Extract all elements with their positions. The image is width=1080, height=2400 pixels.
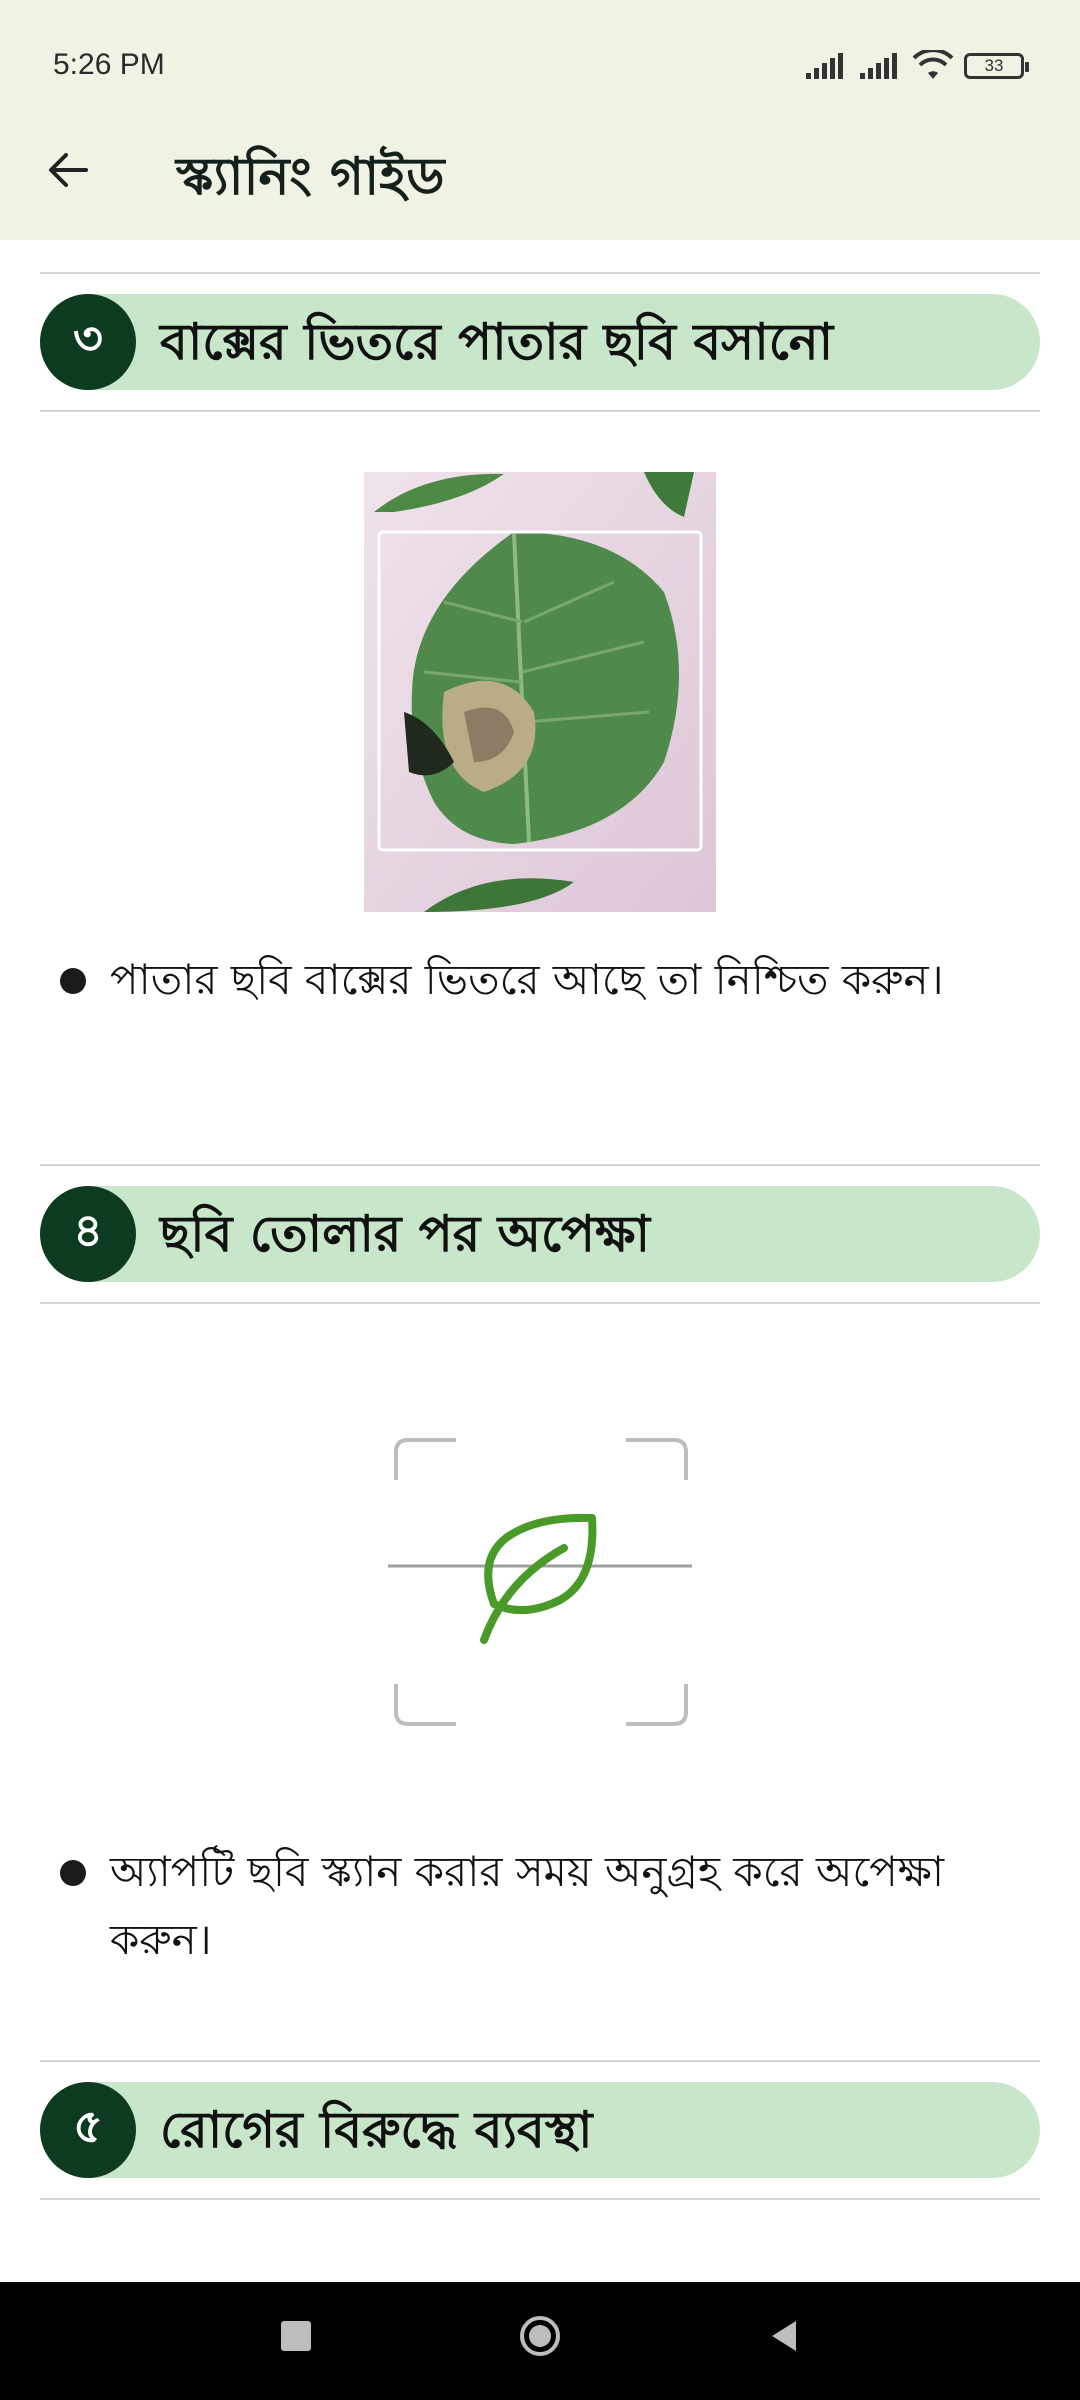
cellular-signal-2-icon [860,53,897,79]
status-time: 5:26 PM [53,48,165,81]
battery-level: 33 [984,56,1004,75]
section-title: ছবি তোলার পর অপেক্ষা [160,1205,650,1263]
back-button[interactable] [36,138,100,202]
bullet-point [60,1860,86,1886]
step-number-badge: ৩ [40,294,136,390]
bullet-point [60,968,86,994]
step-number-badge: ৪ [40,1186,136,1282]
cellular-signal-icon [806,53,843,79]
divider [40,410,1040,412]
divider [40,2198,1040,2200]
divider [40,1164,1040,1166]
section-header-4: ৪ ছবি তোলার পর অপেক্ষা [40,1186,1040,1282]
circle-icon [520,2316,560,2356]
scanning-leaf-icon [386,1430,696,1740]
home-button[interactable] [512,2308,568,2364]
instruction-text: অ্যাপটি ছবি স্ক্যান করার সময় অনুগ্রহ কর… [110,1847,944,1964]
back-nav-button[interactable] [756,2308,812,2364]
recent-apps-button[interactable] [268,2308,324,2364]
triangle-back-icon [772,2321,796,2351]
divider [40,1302,1040,1304]
status-bar: 5:26 PM 33 [0,0,1080,130]
page-title: স্ক্যানিং গাইড [176,147,445,207]
divider [40,272,1040,274]
wifi-icon [912,50,954,79]
section-header-5: ৫ রোগের বিরুদ্ধে ব্যবস্থা [40,2082,1040,2178]
arrow-left-icon [49,153,88,187]
square-icon [281,2321,311,2351]
section-title: রোগের বিরুদ্ধে ব্যবস্থা [160,2101,593,2159]
step-number-badge: ৫ [40,2082,136,2178]
divider [40,2060,1040,2062]
system-nav-bar [0,2282,1080,2400]
section-header-3: ৩ বাক্সের ভিতরে পাতার ছবি বসানো [40,294,1040,390]
battery-icon: 33 [964,53,1029,79]
instruction-text: পাতার ছবি বাক্সের ভিতরে আছে তা নিশ্চিত ক… [110,955,944,1004]
app-bar [0,130,1080,240]
status-icons: 33 [804,46,1029,86]
leaf-in-box-image [364,472,716,912]
guide-content[interactable]: ৩ বাক্সের ভিতরে পাতার ছবি বসানো পাতার ছব… [0,240,1080,2282]
section-title: বাক্সের ভিতরে পাতার ছবি বসানো [160,313,834,371]
